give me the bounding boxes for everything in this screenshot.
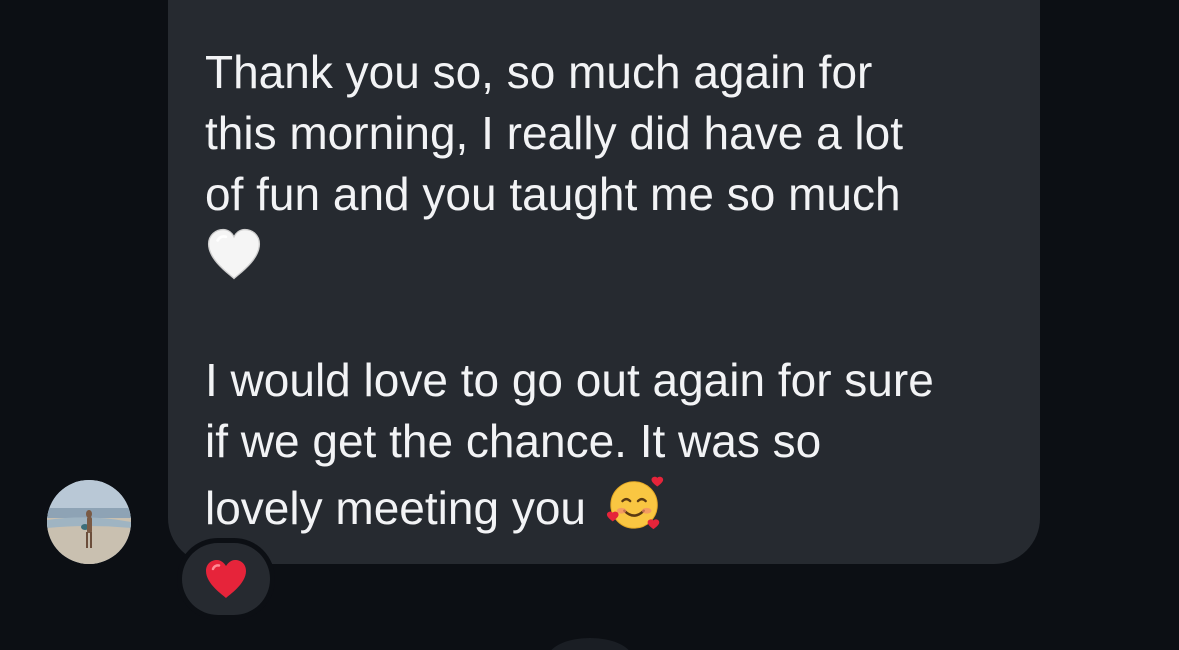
message-line: lovely meeting you	[205, 482, 586, 534]
white-heart-icon	[207, 228, 261, 280]
message-line-final: lovely meeting you	[205, 472, 1005, 534]
reaction-badge[interactable]	[182, 543, 270, 615]
message-emoji-line	[205, 225, 1005, 286]
scroll-indicator	[548, 638, 632, 650]
smiling-face-with-hearts-icon	[606, 476, 663, 530]
avatar[interactable]	[47, 480, 131, 564]
message-line: I would love to go out again for sure	[205, 354, 934, 406]
message-line: this morning, I really did have a lot	[205, 107, 904, 159]
profile-avatar	[47, 480, 131, 564]
message-line: of fun and you taught me so much	[205, 168, 901, 220]
message-line: if we get the chance. It was so	[205, 415, 822, 467]
message-line: Thank you so, so much again for	[205, 46, 873, 98]
message-text: Thank you so, so much again for this mor…	[205, 42, 1005, 534]
chat-thread: Thank you so, so much again for this mor…	[0, 0, 1179, 650]
red-heart-icon	[206, 560, 246, 598]
